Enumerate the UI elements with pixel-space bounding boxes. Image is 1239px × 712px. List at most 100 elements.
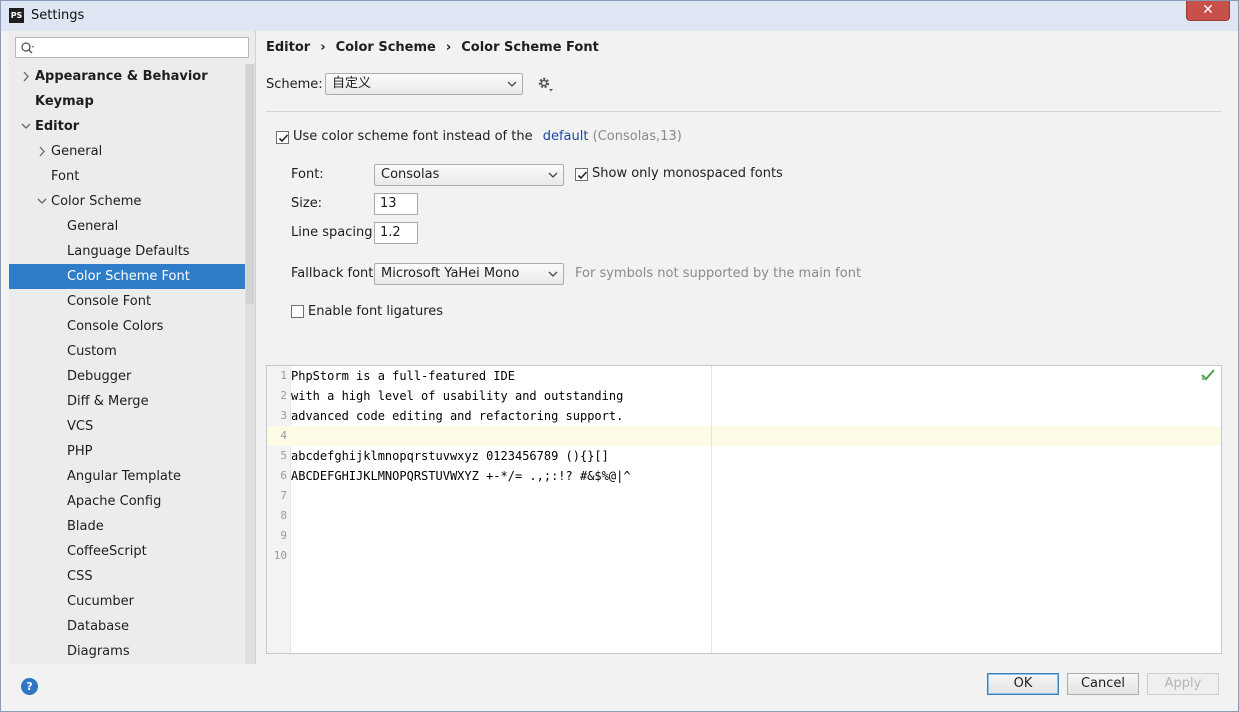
sidebar-item-general[interactable]: General — [9, 214, 255, 239]
sidebar-item-blade[interactable]: Blade — [9, 514, 255, 539]
line-number: 4 — [280, 429, 287, 442]
sidebar-item-language-defaults[interactable]: Language Defaults — [9, 239, 255, 264]
checkmark-icon — [278, 134, 289, 143]
sidebar-item-diff-merge[interactable]: Diff & Merge — [9, 389, 255, 414]
breadcrumb: Editor › Color Scheme › Color Scheme Font — [266, 40, 599, 55]
close-icon: ✕ — [1202, 2, 1214, 18]
use-scheme-font-label: Use color scheme font instead of the def… — [293, 129, 682, 144]
preview-line: 7 — [267, 486, 1221, 506]
use-scheme-font-checkbox[interactable] — [276, 131, 289, 144]
ok-button[interactable]: OK — [987, 673, 1059, 695]
sidebar-item-appearance-behavior[interactable]: Appearance & Behavior — [9, 64, 255, 89]
sidebar-item-label: CSS — [67, 569, 93, 584]
sidebar-item-database[interactable]: Database — [9, 614, 255, 639]
sidebar-item-vcs[interactable]: VCS — [9, 414, 255, 439]
line-number: 6 — [280, 469, 287, 482]
sidebar-item-color-scheme-font[interactable]: Color Scheme Font — [9, 264, 255, 289]
default-font-link[interactable]: default — [543, 129, 589, 144]
line-spacing-input[interactable]: 1.2 — [374, 222, 418, 244]
sidebar-item-label: VCS — [67, 419, 94, 434]
sidebar-item-console-font[interactable]: Console Font — [9, 289, 255, 314]
sidebar-item-label: Diagrams — [67, 644, 130, 659]
line-number: 3 — [280, 409, 287, 422]
font-ligatures-checkbox[interactable] — [291, 305, 304, 318]
preview-line: 4 — [267, 426, 1221, 446]
sidebar-item-label: Language Defaults — [67, 244, 190, 259]
sidebar-item-debugger[interactable]: Debugger — [9, 364, 255, 389]
sidebar-item-label: Font — [51, 169, 80, 184]
line-number: 9 — [280, 529, 287, 542]
sidebar-item-label: Console Font — [67, 294, 152, 309]
preview-line: 2 with a high level of usability and outs… — [267, 386, 1221, 406]
sidebar-item-label: Console Colors — [67, 319, 164, 334]
chevron-down-icon — [507, 81, 517, 87]
sidebar-item-cucumber[interactable]: Cucumber — [9, 589, 255, 614]
sidebar-item-label: Database — [67, 619, 130, 634]
gear-icon[interactable] — [537, 76, 554, 93]
breadcrumb-separator: › — [445, 40, 452, 55]
sidebar-item-label: PHP — [67, 444, 93, 459]
preview-line: 3 advanced code editing and refactoring s… — [267, 406, 1221, 426]
fallback-font-value: Microsoft YaHei Mono — [381, 266, 520, 281]
sidebar-item-angular-template[interactable]: Angular Template — [9, 464, 255, 489]
sidebar-item-font[interactable]: Font — [9, 164, 255, 189]
sidebar-item-label: General — [67, 219, 119, 234]
chevron-right-icon[interactable] — [37, 139, 47, 164]
monospaced-only-checkbox[interactable] — [575, 168, 588, 181]
window-close-button[interactable]: ✕ — [1186, 1, 1230, 21]
sidebar-item-keymap[interactable]: Keymap — [9, 89, 255, 114]
line-spacing-label: Line spacing: — [291, 225, 377, 240]
preview-line: 9 — [267, 526, 1221, 546]
window-title: Settings — [31, 8, 85, 23]
inspection-ok-icon — [1201, 369, 1215, 381]
sidebar-item-editor[interactable]: Editor — [9, 114, 255, 139]
section-divider — [266, 111, 1221, 112]
checkmark-icon — [577, 171, 588, 180]
cancel-button[interactable]: Cancel — [1067, 673, 1139, 695]
preview-line: 8 — [267, 506, 1221, 526]
sidebar-item-label: Editor — [35, 119, 80, 134]
search-input[interactable] — [40, 39, 240, 56]
sidebar-item-diagrams[interactable]: Diagrams — [9, 639, 255, 664]
sidebar-item-php[interactable]: PHP — [9, 439, 255, 464]
size-input[interactable]: 13 — [374, 193, 418, 215]
settings-search[interactable] — [15, 37, 249, 58]
breadcrumb-color-scheme-font: Color Scheme Font — [461, 40, 599, 55]
chevron-down-icon[interactable] — [21, 114, 31, 139]
title-bar[interactable]: PS Settings ✕ — [1, 1, 1238, 31]
sidebar-item-color-scheme[interactable]: Color Scheme — [9, 189, 255, 214]
fallback-font-label: Fallback font: — [291, 266, 378, 281]
sidebar-item-label: Color Scheme — [51, 194, 142, 209]
sidebar-scrollbar-thumb[interactable] — [246, 64, 254, 304]
sidebar-item-label: Debugger — [67, 369, 132, 384]
scheme-dropdown[interactable]: 自定义 — [325, 73, 523, 95]
phpstorm-logo-icon: PS — [9, 8, 24, 23]
dialog-footer: ? OK Cancel Apply — [1, 664, 1238, 711]
line-number: 10 — [273, 549, 287, 562]
sidebar-item-coffeescript[interactable]: CoffeeScript — [9, 539, 255, 564]
sidebar-item-custom[interactable]: Custom — [9, 339, 255, 364]
breadcrumb-separator: › — [320, 40, 326, 55]
help-button[interactable]: ? — [21, 678, 38, 695]
preview-line: 1 PhpStorm is a full-featured IDE — [267, 366, 1221, 386]
settings-content: Editor › Color Scheme › Color Scheme Font Sc… — [257, 31, 1232, 664]
preview-code-text: with a high level of usability and outst… — [291, 389, 624, 403]
preview-line: 6 ABCDEFGHIJKLMNOPQRSTUVWXYZ +-*/= .,;:!?… — [267, 466, 1221, 486]
sidebar-item-label: Cucumber — [67, 594, 134, 609]
size-label: Size: — [291, 196, 323, 211]
sidebar-item-label: Custom — [67, 344, 117, 359]
sidebar-item-console-colors[interactable]: Console Colors — [9, 314, 255, 339]
sidebar-item-apache-config[interactable]: Apache Config — [9, 489, 255, 514]
preview-code-text: advanced code editing and refactoring su… — [291, 409, 624, 423]
font-preview-editor[interactable]: 1 PhpStorm is a full-featured IDE 2 with a … — [266, 365, 1222, 654]
sidebar-item-general[interactable]: General — [9, 139, 255, 164]
font-dropdown[interactable]: Consolas — [374, 164, 564, 186]
fallback-font-dropdown[interactable]: Microsoft YaHei Mono — [374, 263, 564, 285]
apply-button[interactable]: Apply — [1147, 673, 1219, 695]
sidebar-item-css[interactable]: CSS — [9, 564, 255, 589]
line-number: 7 — [280, 489, 287, 502]
chevron-down-icon[interactable] — [37, 189, 47, 214]
scheme-label: Scheme: — [266, 77, 323, 92]
chevron-right-icon[interactable] — [21, 64, 31, 89]
preview-code-text: PhpStorm is a full-featured IDE — [291, 369, 515, 383]
